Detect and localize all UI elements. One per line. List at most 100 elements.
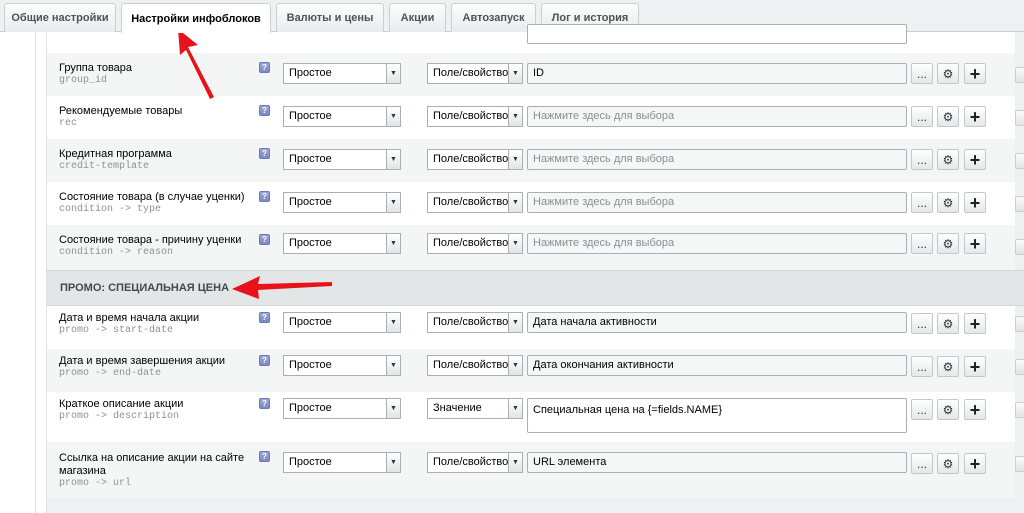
tab-autorun[interactable]: Автозапуск	[451, 3, 536, 32]
help-icon[interactable]: ?	[259, 105, 270, 116]
source-select-value: Поле/свойство	[433, 153, 509, 165]
chevron-down-icon: ▼	[386, 453, 400, 472]
help-icon[interactable]: ?	[259, 62, 270, 73]
add-button[interactable]: +	[964, 106, 986, 127]
row-action-button[interactable]	[1015, 402, 1024, 418]
field-name: Дата и время завершения акции	[59, 355, 226, 367]
gear-icon[interactable]: ⚙	[937, 313, 959, 334]
chevron-down-icon: ▼	[508, 313, 522, 332]
value-field[interactable]: Дата окончания активности	[527, 355, 907, 376]
add-button[interactable]: +	[964, 399, 986, 420]
chevron-down-icon: ▼	[508, 453, 522, 472]
row-action-button[interactable]	[1015, 110, 1024, 126]
gear-icon[interactable]: ⚙	[937, 356, 959, 377]
type-select-value: Простое	[289, 110, 332, 122]
value-field[interactable]: Нажмите здесь для выбора	[527, 106, 907, 127]
field-code: promo -> url	[59, 478, 132, 489]
value-field[interactable]: Нажмите здесь для выбора	[527, 233, 907, 254]
chevron-down-icon: ▼	[508, 234, 522, 253]
tab-general-settings[interactable]: Общие настройки	[4, 3, 116, 32]
type-select-value: Простое	[289, 316, 332, 328]
type-select[interactable]: Простое ▼	[283, 452, 401, 473]
type-select[interactable]: Простое ▼	[283, 355, 401, 376]
more-button[interactable]: ...	[911, 233, 933, 254]
section-header: ПРОМО: СПЕЦИАЛЬНАЯ ЦЕНА	[47, 270, 1024, 306]
gear-icon[interactable]: ⚙	[937, 399, 959, 420]
row-action-button[interactable]	[1015, 239, 1024, 255]
help-icon[interactable]: ?	[259, 355, 270, 366]
table-row: Дата и время завершения акции promo -> e…	[47, 349, 1015, 392]
add-button[interactable]: +	[964, 356, 986, 377]
gear-icon[interactable]: ⚙	[937, 192, 959, 213]
value-field[interactable]: Нажмите здесь для выбора	[527, 192, 907, 213]
gear-icon[interactable]: ⚙	[937, 106, 959, 127]
more-button[interactable]: ...	[911, 149, 933, 170]
help-icon[interactable]: ?	[259, 312, 270, 323]
value-field[interactable]: Нажмите здесь для выбора	[527, 149, 907, 170]
source-select[interactable]: Поле/свойство ▼	[427, 312, 523, 333]
value-field[interactable]: URL элемента	[527, 452, 907, 473]
type-select[interactable]: Простое ▼	[283, 63, 401, 84]
previous-textarea[interactable]	[527, 24, 907, 44]
value-field[interactable]: ID	[527, 63, 907, 84]
row-action-button[interactable]	[1015, 359, 1024, 375]
value-field[interactable]: Дата начала активности	[527, 312, 907, 333]
source-select[interactable]: Значение ▼	[427, 398, 523, 419]
table-row: Краткое описание акции promo -> descript…	[47, 392, 1015, 442]
row-action-button[interactable]	[1015, 67, 1024, 83]
help-icon[interactable]: ?	[259, 148, 270, 159]
row-action-button[interactable]	[1015, 153, 1024, 169]
more-button[interactable]: ...	[911, 313, 933, 334]
row-action-button[interactable]	[1015, 456, 1024, 472]
field-code: promo -> start-date	[59, 325, 174, 336]
type-select-value: Простое	[289, 67, 332, 79]
source-select-value: Поле/свойство	[433, 456, 509, 468]
type-select[interactable]: Простое ▼	[283, 398, 401, 419]
help-icon[interactable]: ?	[259, 451, 270, 462]
field-name: Краткое описание акции	[59, 398, 184, 410]
gear-icon[interactable]: ⚙	[937, 63, 959, 84]
gear-icon[interactable]: ⚙	[937, 233, 959, 254]
tab-infoblock-settings[interactable]: Настройки инфоблоков	[121, 3, 271, 33]
more-button[interactable]: ...	[911, 453, 933, 474]
type-select-value: Простое	[289, 196, 332, 208]
type-select[interactable]: Простое ▼	[283, 149, 401, 170]
source-select-value: Поле/свойство	[433, 359, 509, 371]
type-select[interactable]: Простое ▼	[283, 312, 401, 333]
source-select[interactable]: Поле/свойство ▼	[427, 233, 523, 254]
value-textarea[interactable]: Специальная цена на {=fields.NAME}	[527, 398, 907, 433]
more-button[interactable]: ...	[911, 192, 933, 213]
help-icon[interactable]: ?	[259, 234, 270, 245]
more-button[interactable]: ...	[911, 399, 933, 420]
source-select[interactable]: Поле/свойство ▼	[427, 452, 523, 473]
more-button[interactable]: ...	[911, 63, 933, 84]
more-button[interactable]: ...	[911, 106, 933, 127]
add-button[interactable]: +	[964, 313, 986, 334]
add-button[interactable]: +	[964, 453, 986, 474]
tab-currencies-prices[interactable]: Валюты и цены	[276, 3, 384, 32]
type-select[interactable]: Простое ▼	[283, 106, 401, 127]
source-select[interactable]: Поле/свойство ▼	[427, 106, 523, 127]
add-button[interactable]: +	[964, 233, 986, 254]
source-select[interactable]: Поле/свойство ▼	[427, 149, 523, 170]
gear-icon[interactable]: ⚙	[937, 453, 959, 474]
help-icon[interactable]: ?	[259, 398, 270, 409]
type-select[interactable]: Простое ▼	[283, 233, 401, 254]
add-button[interactable]: +	[964, 149, 986, 170]
row-action-button[interactable]	[1015, 196, 1024, 212]
row-action-button[interactable]	[1015, 316, 1024, 332]
add-button[interactable]: +	[964, 63, 986, 84]
type-select[interactable]: Простое ▼	[283, 192, 401, 213]
source-select[interactable]: Поле/свойство ▼	[427, 192, 523, 213]
tab-promotions[interactable]: Акции	[389, 3, 446, 32]
source-select[interactable]: Поле/свойство ▼	[427, 355, 523, 376]
table-row: Ссылка на описание акции на сайте магази…	[47, 442, 1015, 498]
help-icon[interactable]: ?	[259, 191, 270, 202]
field-code: promo -> description	[59, 411, 180, 422]
source-select[interactable]: Поле/свойство ▼	[427, 63, 523, 84]
gear-icon[interactable]: ⚙	[937, 149, 959, 170]
more-button[interactable]: ...	[911, 356, 933, 377]
table-row: Дата и время начала акции promo -> start…	[47, 306, 1015, 349]
field-name: Рекомендуемые товары	[59, 105, 183, 117]
add-button[interactable]: +	[964, 192, 986, 213]
